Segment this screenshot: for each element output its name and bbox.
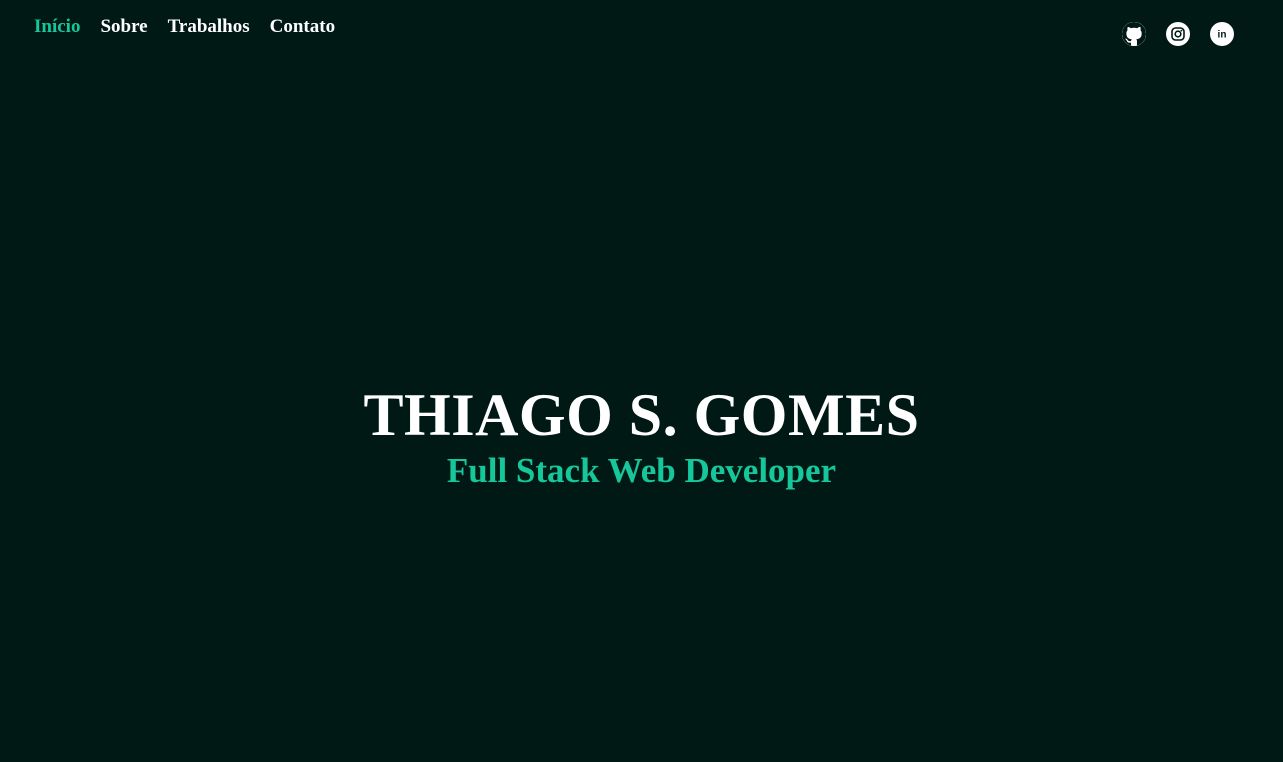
- linkedin-icon: in: [1218, 30, 1227, 41]
- nav-link-sobre[interactable]: Sobre: [100, 15, 147, 39]
- nav-link-contato[interactable]: Contato: [270, 15, 335, 39]
- hero-role: Full Stack Web Developer: [446, 451, 837, 490]
- github-icon: [1122, 22, 1146, 46]
- nav-link-trabalhos[interactable]: Trabalhos: [168, 15, 250, 39]
- hero-section: THIAGO S. GOMES Full Stack Web Developer: [0, 380, 1283, 492]
- linkedin-icon-text: in: [1218, 30, 1227, 41]
- hero-name: THIAGO S. GOMES: [363, 382, 920, 448]
- instagram-link[interactable]: [1166, 22, 1190, 46]
- nav-link-inicio[interactable]: Início: [34, 15, 80, 39]
- instagram-icon: [1171, 27, 1185, 41]
- linkedin-link[interactable]: in: [1210, 22, 1234, 46]
- github-link[interactable]: [1122, 22, 1146, 46]
- main-nav: Início Sobre Trabalhos Contato: [34, 15, 335, 39]
- social-links: in: [1122, 22, 1234, 46]
